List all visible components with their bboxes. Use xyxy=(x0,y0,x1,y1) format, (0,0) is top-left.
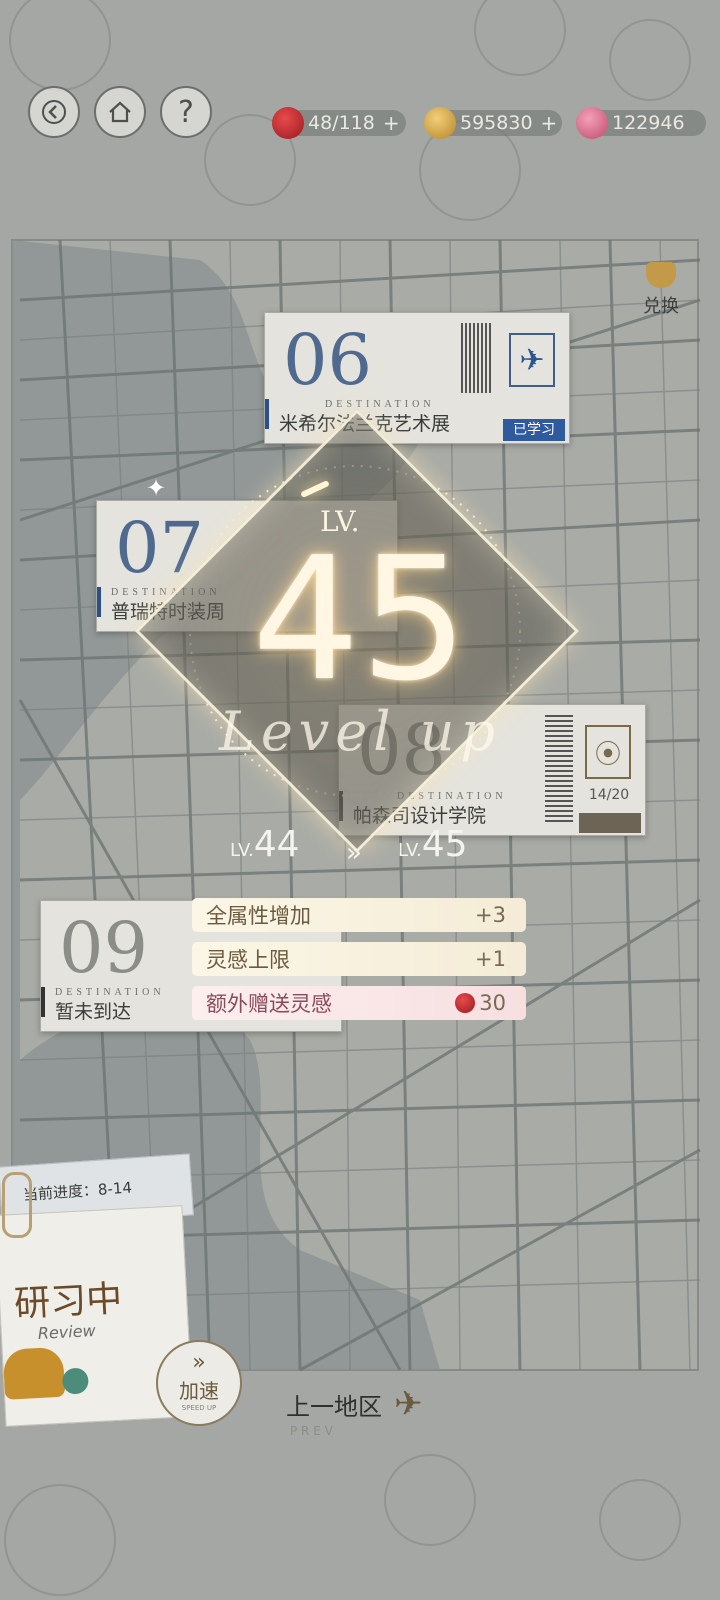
bonus-value: +3 xyxy=(475,903,506,927)
card-number: 06 xyxy=(283,319,373,401)
level-to-prefix: LV. xyxy=(398,840,422,861)
cat-icon xyxy=(2,1346,66,1400)
gem-counter[interactable]: 122946 xyxy=(576,107,706,139)
bonus-row: 灵感上限 +1 xyxy=(192,942,526,976)
card-accent-bar xyxy=(265,399,269,429)
level-from-value: 44 xyxy=(253,824,300,865)
prev-region-button[interactable]: 上一地区 ✈ P R E V xyxy=(286,1384,423,1438)
help-icon: ? xyxy=(178,94,194,130)
add-gold-icon[interactable]: + xyxy=(541,111,558,135)
double-arrow-icon: » xyxy=(346,838,362,868)
fast-forward-icon: » xyxy=(192,1350,206,1375)
study-title: 研习中 xyxy=(13,1278,124,1326)
barcode-icon xyxy=(461,323,491,393)
progress-bar-fill xyxy=(579,813,641,833)
level-to: LV.45 xyxy=(398,824,468,865)
bonus-label: 灵感上限 xyxy=(206,948,290,972)
inspiration-counter[interactable]: 48/118 + xyxy=(272,107,406,139)
study-subtitle: Review xyxy=(37,1320,97,1343)
home-button[interactable] xyxy=(94,86,146,138)
status-badge: 已学习 xyxy=(503,419,565,441)
gold-counter[interactable]: 595830 + xyxy=(424,107,562,139)
apple-icon xyxy=(272,107,304,139)
speed-up-sub: SPEED UP xyxy=(181,1404,217,1412)
speed-up-label: 加速 xyxy=(179,1379,219,1403)
bonus-value: +1 xyxy=(475,947,506,971)
sparkle-icon: ✦ xyxy=(146,474,167,502)
heart-gift-icon xyxy=(646,262,676,288)
help-button[interactable]: ? xyxy=(160,86,212,138)
level-from: LV.44 xyxy=(230,824,300,865)
back-arrow-icon xyxy=(42,100,66,124)
apple-icon xyxy=(455,993,476,1013)
inspiration-value: 48/118 xyxy=(308,112,375,134)
gold-value: 595830 xyxy=(460,112,533,134)
card-name: 暂未到达 xyxy=(55,1001,132,1023)
bonus-row: 额外赠送灵感 30 xyxy=(192,986,526,1020)
gem-value: 122946 xyxy=(612,112,685,134)
level-up-script: Level up xyxy=(218,700,502,763)
bonus-label: 全属性增加 xyxy=(206,904,311,928)
bonus-label: 额外赠送灵感 xyxy=(206,992,332,1016)
progress-label: 当前进度：8-14 xyxy=(22,1178,133,1205)
add-inspiration-icon[interactable]: + xyxy=(383,111,400,135)
pink-gem-icon xyxy=(576,107,608,139)
card-accent-bar xyxy=(41,987,45,1017)
prev-region-label: 上一地区 xyxy=(286,1392,382,1421)
bonus-amount: 30 xyxy=(479,991,506,1015)
level-from-prefix: LV. xyxy=(230,840,254,861)
paperclip-icon xyxy=(2,1172,32,1238)
airplane-icon: ✈ xyxy=(394,1384,423,1424)
card-number: 09 xyxy=(59,907,149,989)
exchange-label: 兑换 xyxy=(643,296,679,317)
bonus-value: 30 xyxy=(455,991,506,1015)
bonus-row: 全属性增加 +3 xyxy=(192,898,526,932)
prev-region-sub: P R E V xyxy=(290,1424,333,1438)
exchange-button[interactable]: 兑换 xyxy=(636,262,686,318)
home-icon xyxy=(109,101,131,123)
card-progress: 14/20 xyxy=(588,787,630,803)
speed-up-button[interactable]: » 加速 SPEED UP xyxy=(156,1340,242,1426)
back-button[interactable] xyxy=(28,86,80,138)
level-to-value: 45 xyxy=(421,824,468,865)
gold-coin-icon xyxy=(424,107,456,139)
yarn-ball-icon xyxy=(61,1367,90,1395)
destination-card-06[interactable]: 06 DESTINATION 米希尔法兰克艺术展 ✈ 已学习 xyxy=(264,312,570,444)
airplane-icon: ✈ xyxy=(509,333,555,387)
new-level-number: 45 xyxy=(251,521,469,719)
